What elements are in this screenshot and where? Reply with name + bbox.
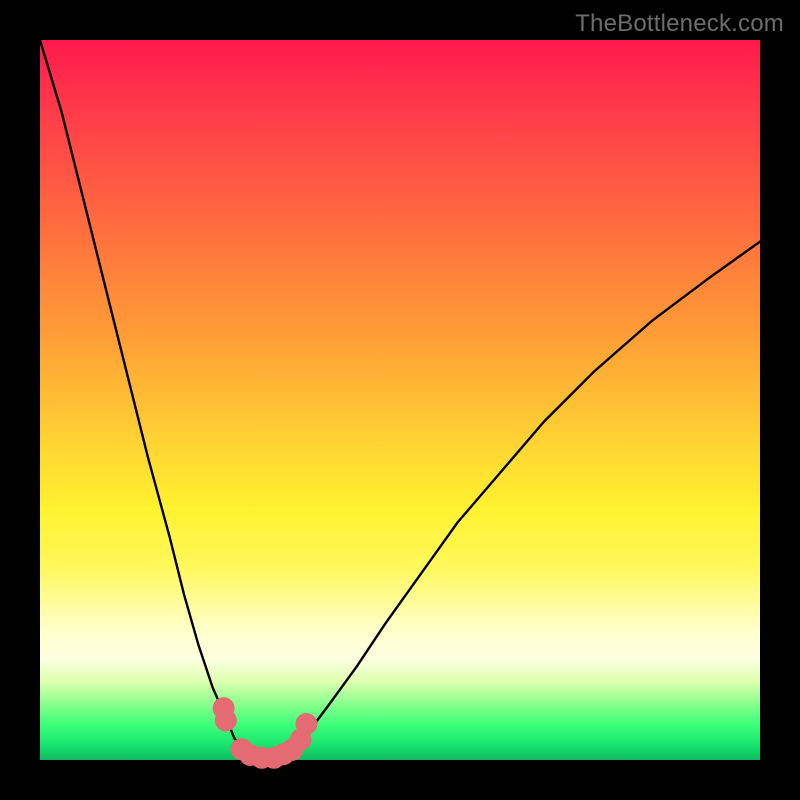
outer-black-frame: TheBottleneck.com (0, 0, 800, 800)
datapoint-markers (213, 697, 318, 769)
watermark-text: TheBottleneck.com (575, 10, 784, 38)
curve-svg (40, 40, 760, 760)
gradient-plot-area (40, 40, 760, 760)
datapoint-marker (295, 713, 317, 735)
bottleneck-curve (40, 40, 760, 758)
datapoint-marker (215, 709, 237, 731)
